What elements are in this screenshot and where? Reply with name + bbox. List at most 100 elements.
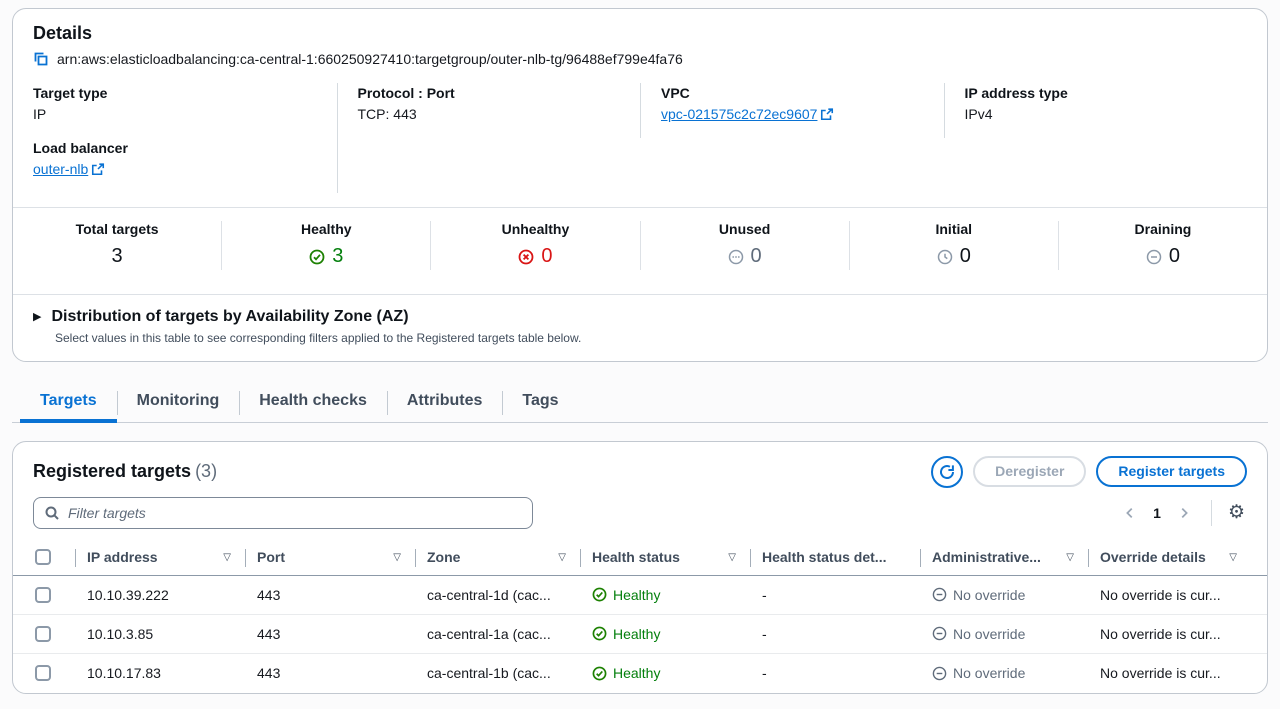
table-header-checkbox-cell — [29, 540, 75, 575]
deregister-button[interactable]: Deregister — [973, 456, 1086, 487]
registered-targets-card: Registered targets(3) Deregister Registe… — [12, 441, 1268, 694]
row-checkbox-cell — [29, 654, 75, 693]
select-all-checkbox[interactable] — [35, 549, 51, 565]
details-title: Details — [33, 23, 1247, 44]
tab-bar: Targets Monitoring Health checks Attribu… — [12, 385, 1268, 423]
no-override-icon — [932, 626, 947, 641]
az-distribution-title: Distribution of targets by Availability … — [51, 308, 408, 326]
registered-targets-toolbar: 1 ⚙ — [13, 492, 1267, 540]
cell-ip-address: 10.10.17.83 — [75, 665, 245, 681]
details-card: Details arn:aws:elasticloadbalancing:ca-… — [12, 8, 1268, 362]
table-row: 10.10.39.222 443 ca-central-1d (cac... H… — [13, 576, 1267, 615]
metric-label: Initial — [850, 221, 1058, 237]
cell-zone: ca-central-1d (cac... — [415, 587, 580, 603]
field-vpc: VPC vpc-021575c2c72ec9607 — [640, 83, 944, 138]
register-targets-button[interactable]: Register targets — [1096, 456, 1247, 487]
total-targets-value: 3 — [112, 245, 123, 268]
tab-health-checks[interactable]: Health checks — [239, 385, 387, 423]
registered-targets-header: Registered targets(3) Deregister Registe… — [13, 442, 1267, 492]
registered-targets-actions: Deregister Register targets — [931, 456, 1247, 488]
next-page-button[interactable] — [1173, 502, 1195, 524]
status-healthy-icon — [592, 626, 607, 641]
sort-icon: ▽ — [393, 552, 401, 563]
field-load-balancer: Load balancer outer-nlb — [33, 138, 337, 193]
sort-icon: ▽ — [1229, 552, 1237, 563]
target-type-value: IP — [33, 106, 317, 122]
tab-attributes[interactable]: Attributes — [387, 385, 503, 423]
refresh-button[interactable] — [931, 456, 963, 488]
table-header-row: IP address▽ Port▽ Zone▽ Health status▽ H… — [13, 540, 1267, 576]
cell-override-details: No override is cur... — [1088, 587, 1251, 603]
field-ip-address-type: IP address type IPv4 — [944, 83, 1248, 138]
metric-unhealthy: Unhealthy 0 — [430, 221, 639, 270]
column-header-ip-address[interactable]: IP address▽ — [75, 540, 245, 575]
copy-icon[interactable] — [33, 51, 49, 67]
column-header-administrative[interactable]: Administrative...▽ — [920, 540, 1088, 575]
cell-health-status-details: - — [750, 665, 920, 681]
filter-targets-input[interactable] — [68, 505, 522, 521]
column-header-override-details[interactable]: Override details▽ — [1088, 540, 1251, 575]
cell-health-status: Healthy — [580, 587, 750, 603]
page-number[interactable]: 1 — [1145, 505, 1169, 521]
metric-label: Unused — [641, 221, 849, 237]
gear-icon: ⚙ — [1228, 502, 1245, 523]
search-icon — [44, 505, 60, 521]
sort-icon: ▽ — [1066, 552, 1074, 563]
metric-label: Unhealthy — [431, 221, 639, 237]
cell-ip-address: 10.10.3.85 — [75, 626, 245, 642]
tab-monitoring[interactable]: Monitoring — [117, 385, 240, 423]
metric-unused: Unused 0 — [640, 221, 849, 270]
vpc-link[interactable]: vpc-021575c2c72ec9607 — [661, 106, 817, 122]
cell-port: 443 — [245, 626, 415, 642]
unhealthy-value: 0 — [541, 245, 552, 268]
column-header-port[interactable]: Port▽ — [245, 540, 415, 575]
column-header-zone[interactable]: Zone▽ — [415, 540, 580, 575]
cell-administrative: No override — [920, 626, 1088, 642]
status-healthy-icon — [592, 666, 607, 681]
ip-address-type-value: IPv4 — [965, 106, 1228, 122]
row-checkbox-cell — [29, 576, 75, 614]
previous-page-button[interactable] — [1119, 502, 1141, 524]
row-checkbox[interactable] — [35, 587, 51, 603]
row-checkbox[interactable] — [35, 626, 51, 642]
metric-initial: Initial 0 — [849, 221, 1058, 270]
cell-port: 443 — [245, 665, 415, 681]
table-row: 10.10.17.83 443 ca-central-1b (cac... He… — [13, 654, 1267, 693]
pagination: 1 ⚙ — [1119, 500, 1247, 526]
cell-ip-address: 10.10.39.222 — [75, 587, 245, 603]
status-healthy-icon — [592, 587, 607, 602]
external-link-icon — [91, 162, 105, 176]
vpc-label: VPC — [661, 85, 924, 101]
cell-health-status-details: - — [750, 587, 920, 603]
cell-zone: ca-central-1b (cac... — [415, 665, 580, 681]
healthy-value: 3 — [332, 245, 343, 268]
load-balancer-label: Load balancer — [33, 140, 317, 156]
no-override-icon — [932, 666, 947, 681]
metric-label: Total targets — [13, 221, 221, 237]
tab-targets[interactable]: Targets — [20, 385, 117, 423]
sort-icon: ▽ — [728, 552, 736, 563]
toolbar-divider — [1211, 500, 1212, 526]
registered-targets-table: IP address▽ Port▽ Zone▽ Health status▽ H… — [13, 540, 1267, 693]
column-header-health-status-details[interactable]: Health status det... — [750, 540, 920, 575]
ip-address-type-label: IP address type — [965, 85, 1228, 101]
row-checkbox[interactable] — [35, 665, 51, 681]
row-checkbox-cell — [29, 615, 75, 653]
cell-administrative: No override — [920, 665, 1088, 681]
az-distribution-section: ▶ Distribution of targets by Availabilit… — [13, 294, 1267, 361]
az-distribution-toggle[interactable]: ▶ Distribution of targets by Availabilit… — [33, 308, 1247, 326]
chevron-left-icon — [1123, 506, 1137, 520]
cell-health-status-details: - — [750, 626, 920, 642]
tab-tags[interactable]: Tags — [502, 385, 578, 423]
field-protocol-port: Protocol : Port TCP: 443 — [337, 83, 641, 138]
status-in-progress-icon — [937, 249, 953, 265]
load-balancer-link[interactable]: outer-nlb — [33, 161, 88, 177]
filter-targets-box — [33, 497, 533, 529]
draining-value: 0 — [1169, 245, 1180, 268]
registered-targets-title-text: Registered targets — [33, 461, 191, 481]
column-header-health-status[interactable]: Health status▽ — [580, 540, 750, 575]
cell-override-details: No override is cur... — [1088, 626, 1251, 642]
az-distribution-description: Select values in this table to see corre… — [55, 331, 1247, 345]
cell-port: 443 — [245, 587, 415, 603]
table-settings-button[interactable]: ⚙ — [1226, 501, 1247, 524]
